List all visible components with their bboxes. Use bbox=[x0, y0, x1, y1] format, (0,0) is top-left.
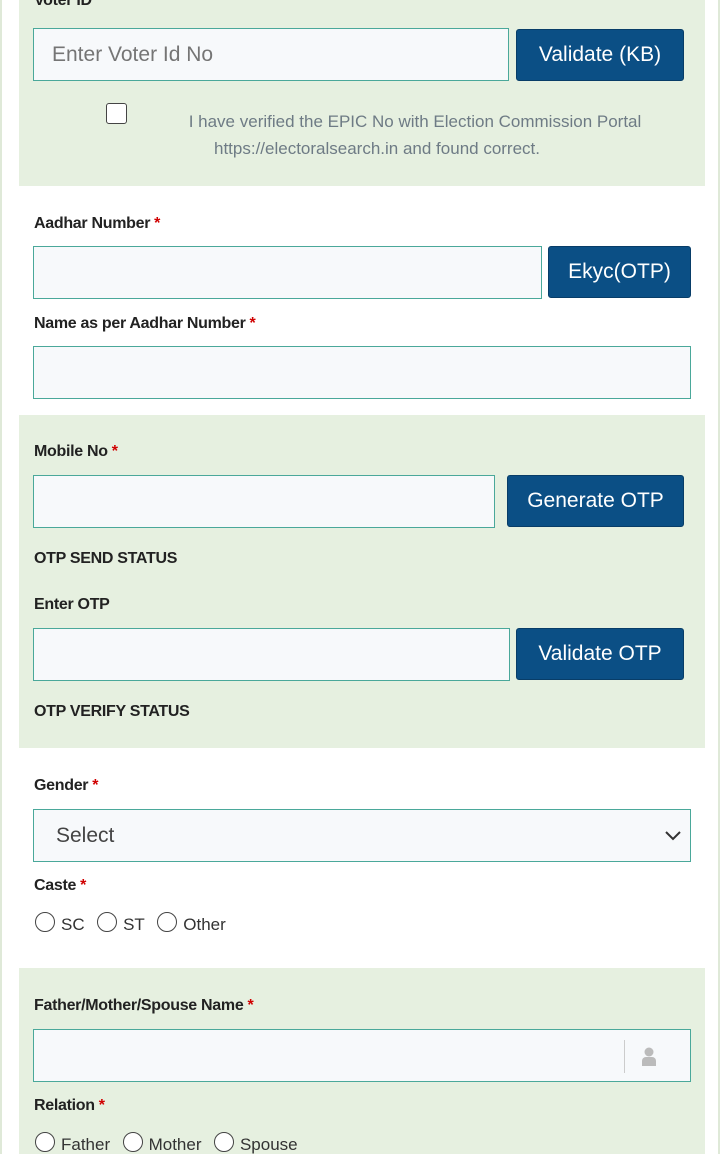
relation-mother-radio[interactable]: Mother bbox=[122, 1132, 202, 1154]
otp-send-status: OTP SEND STATUS bbox=[34, 550, 178, 567]
ekyc-otp-button[interactable]: Ekyc(OTP) bbox=[548, 246, 691, 298]
caste-other-radio[interactable]: Other bbox=[157, 912, 226, 934]
caste-label: Caste * bbox=[34, 877, 87, 894]
caste-st-radio[interactable]: ST bbox=[97, 912, 145, 934]
aadhar-name-label: Name as per Aadhar Number * bbox=[34, 315, 256, 332]
validate-otp-button[interactable]: Validate OTP bbox=[516, 628, 684, 680]
chevron-down-icon bbox=[665, 831, 681, 841]
caste-options: SC ST Other bbox=[35, 912, 234, 935]
mobile-section bbox=[19, 415, 705, 748]
relation-father-radio[interactable]: Father bbox=[35, 1132, 110, 1154]
voter-id-input[interactable] bbox=[33, 28, 509, 81]
aadhar-input[interactable] bbox=[33, 246, 542, 299]
input-divider bbox=[624, 1040, 625, 1073]
voter-id-label: Voter ID * bbox=[34, 0, 102, 9]
user-icon bbox=[642, 1047, 656, 1066]
mobile-label: Mobile No * bbox=[34, 443, 118, 460]
caste-sc-radio[interactable]: SC bbox=[35, 912, 85, 934]
validate-kb-button[interactable]: Validate (KB) bbox=[516, 29, 684, 81]
aadhar-label: Aadhar Number * bbox=[34, 215, 161, 232]
relation-options: Father Mother Spouse bbox=[35, 1132, 306, 1155]
epic-verify-text: I have verified the EPIC No with Electio… bbox=[188, 112, 642, 158]
guardian-name-label: Father/Mother/Spouse Name * bbox=[34, 997, 254, 1014]
gender-select[interactable]: Select bbox=[33, 809, 691, 862]
mobile-input[interactable] bbox=[33, 475, 495, 528]
guardian-name-input[interactable] bbox=[33, 1029, 691, 1082]
otp-verify-status: OTP VERIFY STATUS bbox=[34, 703, 190, 720]
aadhar-name-input[interactable] bbox=[33, 346, 691, 399]
otp-input[interactable] bbox=[33, 628, 510, 681]
enter-otp-label: Enter OTP bbox=[34, 596, 110, 613]
generate-otp-button[interactable]: Generate OTP bbox=[507, 475, 684, 527]
relation-spouse-radio[interactable]: Spouse bbox=[213, 1132, 298, 1154]
relation-label: Relation * bbox=[34, 1097, 105, 1114]
gender-label: Gender * bbox=[34, 777, 99, 794]
